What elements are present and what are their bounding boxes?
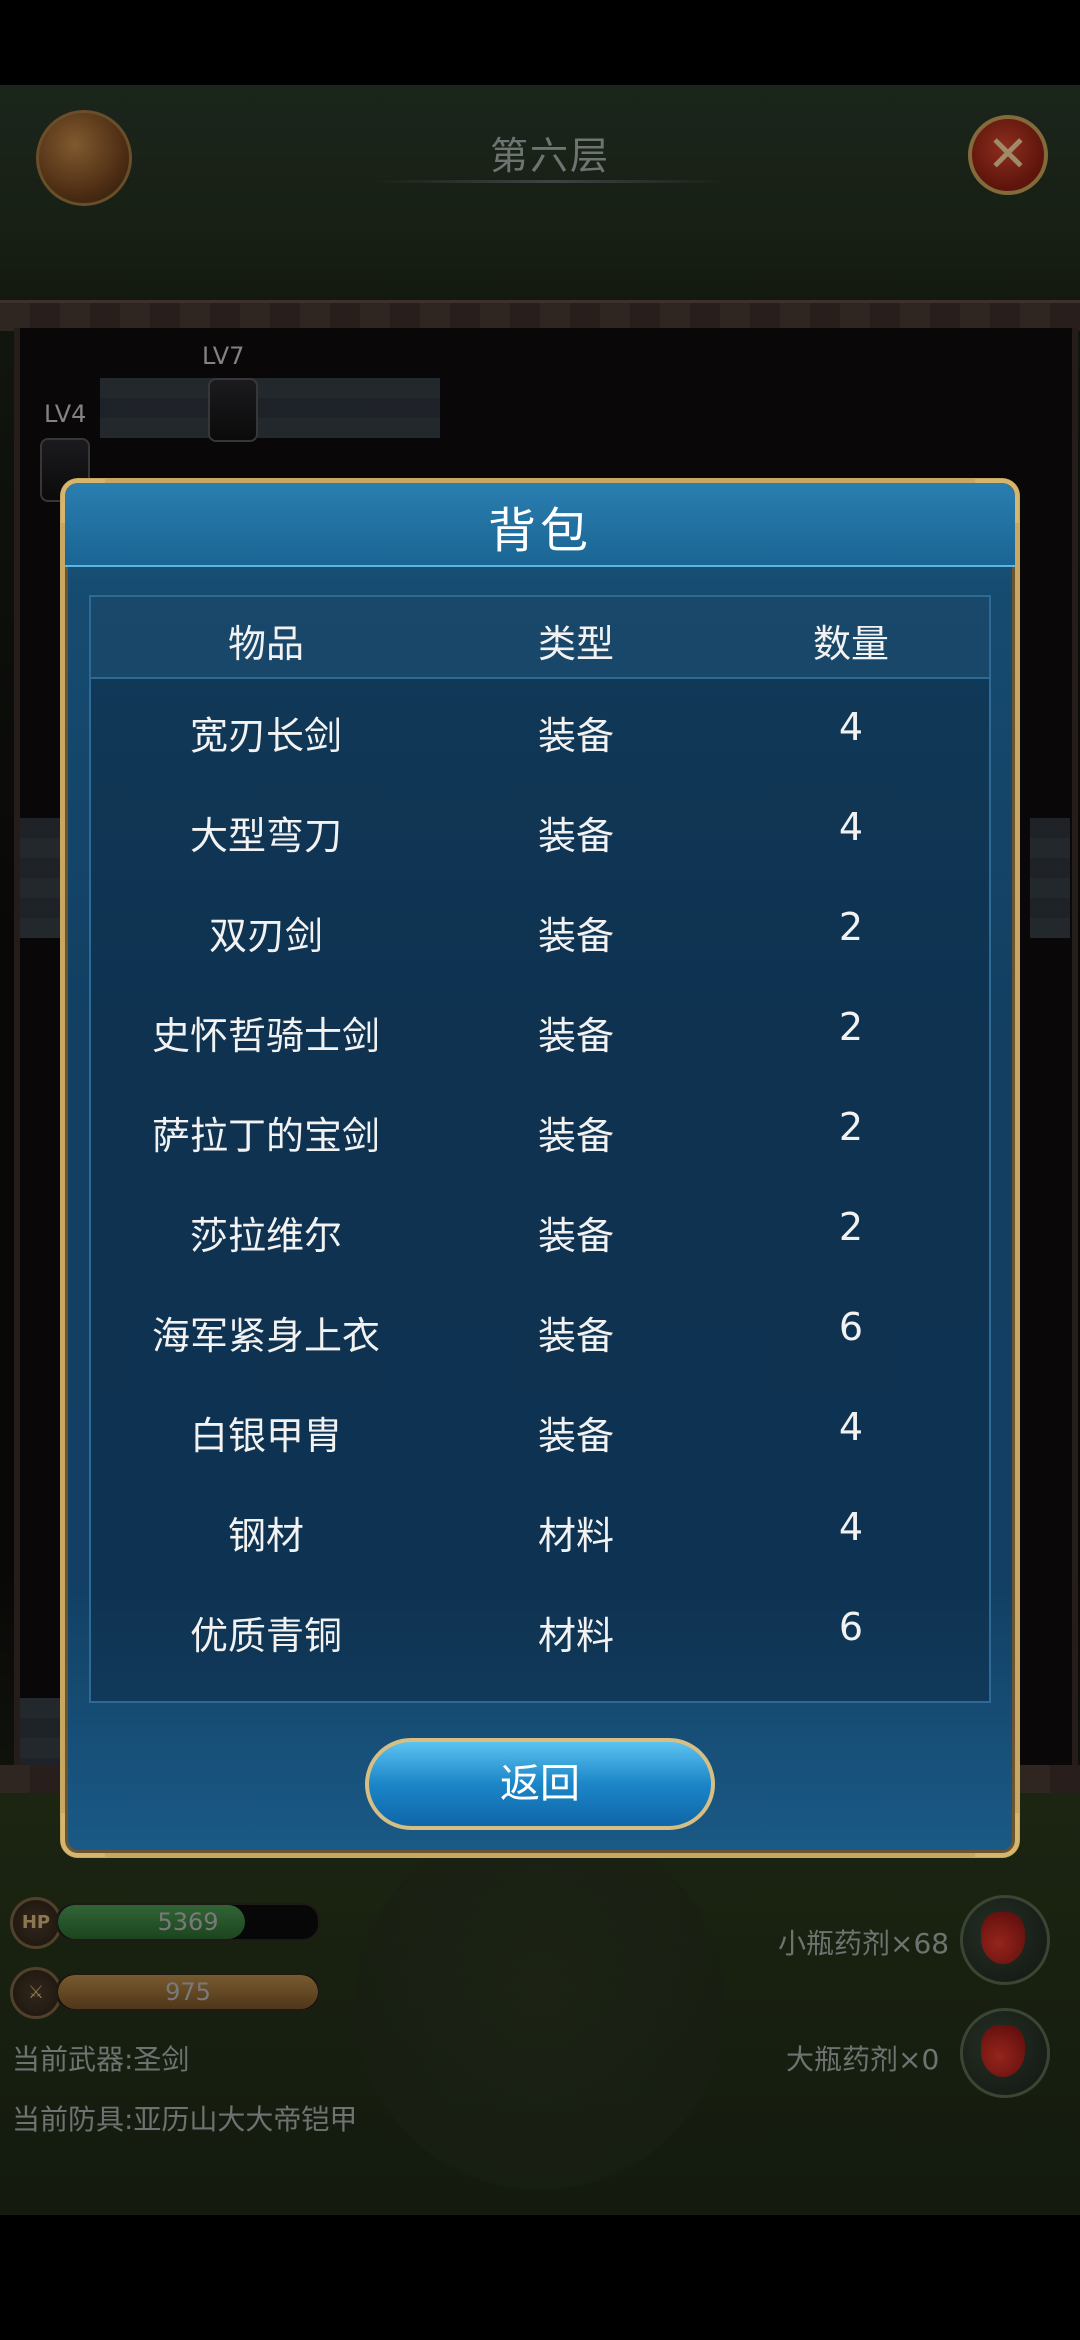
- table-row[interactable]: 白银甲胄 装备 4: [91, 1397, 989, 1497]
- column-header-item: 物品: [227, 622, 304, 666]
- column-header-type: 类型: [537, 622, 614, 666]
- item-quantity: 4: [838, 805, 864, 849]
- table-row[interactable]: 莎拉维尔 装备 2: [91, 1197, 989, 1297]
- item-quantity: 4: [838, 1405, 864, 1449]
- item-name: 大型弯刀: [189, 814, 342, 858]
- item-name: 海军紧身上衣: [151, 1314, 380, 1358]
- table-row[interactable]: 史怀哲骑士剑 装备 2: [91, 997, 989, 1097]
- table-header: 物品 类型 数量: [91, 597, 989, 679]
- item-quantity: 4: [838, 705, 864, 749]
- corner-ornament: [975, 1813, 1019, 1857]
- item-name: 宽刃长剑: [189, 714, 342, 758]
- table-row[interactable]: 双刃剑 装备 2: [91, 897, 989, 997]
- table-row[interactable]: 优质青铜 材料 6: [91, 1597, 989, 1697]
- item-quantity: 4: [838, 1505, 864, 1549]
- corner-ornament: [61, 479, 105, 523]
- item-type: 装备: [537, 1014, 614, 1058]
- corner-ornament: [61, 1813, 105, 1857]
- item-quantity: 6: [838, 1605, 864, 1649]
- backpack-dialog: 背包 物品 类型 数量 宽刃长剑 装备 4 大型弯刀 装备 4 双刃剑 装备 2 史怀哲骑士剑 装备…: [60, 478, 1020, 1858]
- column-header-quantity: 数量: [812, 622, 889, 666]
- item-name: 双刃剑: [208, 914, 323, 958]
- item-quantity: 2: [838, 1105, 864, 1149]
- item-type: 装备: [537, 1214, 614, 1258]
- item-name: 白银甲胄: [189, 1414, 342, 1458]
- corner-ornament: [975, 479, 1019, 523]
- item-quantity: 6: [838, 1305, 864, 1349]
- dialog-title: 背包: [487, 503, 592, 559]
- item-type: 装备: [537, 1114, 614, 1158]
- item-name: 钢材: [227, 1514, 304, 1558]
- item-type: 材料: [537, 1514, 614, 1558]
- table-row[interactable]: 宽刃长剑 装备 4: [91, 697, 989, 797]
- inventory-table: 物品 类型 数量 宽刃长剑 装备 4 大型弯刀 装备 4 双刃剑 装备 2 史怀哲骑士剑 装备 2 萨拉…: [89, 595, 991, 1703]
- item-type: 装备: [537, 1314, 614, 1358]
- table-row[interactable]: 海军紧身上衣 装备 6: [91, 1297, 989, 1397]
- table-row[interactable]: 钢材 材料 4: [91, 1497, 989, 1597]
- item-type: 装备: [537, 714, 614, 758]
- table-row[interactable]: 大型弯刀 装备 4: [91, 797, 989, 897]
- item-quantity: 2: [838, 1005, 864, 1049]
- item-type: 装备: [537, 914, 614, 958]
- item-quantity: 2: [838, 905, 864, 949]
- item-quantity: 2: [838, 1205, 864, 1249]
- item-name: 萨拉丁的宝剑: [151, 1114, 380, 1158]
- dialog-header: 背包: [65, 483, 1015, 567]
- item-name: 史怀哲骑士剑: [151, 1014, 380, 1058]
- item-name: 优质青铜: [189, 1614, 342, 1658]
- item-type: 材料: [537, 1614, 614, 1658]
- item-type: 装备: [537, 814, 614, 858]
- item-name: 莎拉维尔: [189, 1214, 342, 1258]
- table-row[interactable]: 萨拉丁的宝剑 装备 2: [91, 1097, 989, 1197]
- back-button[interactable]: 返回: [365, 1738, 715, 1830]
- item-type: 装备: [537, 1414, 614, 1458]
